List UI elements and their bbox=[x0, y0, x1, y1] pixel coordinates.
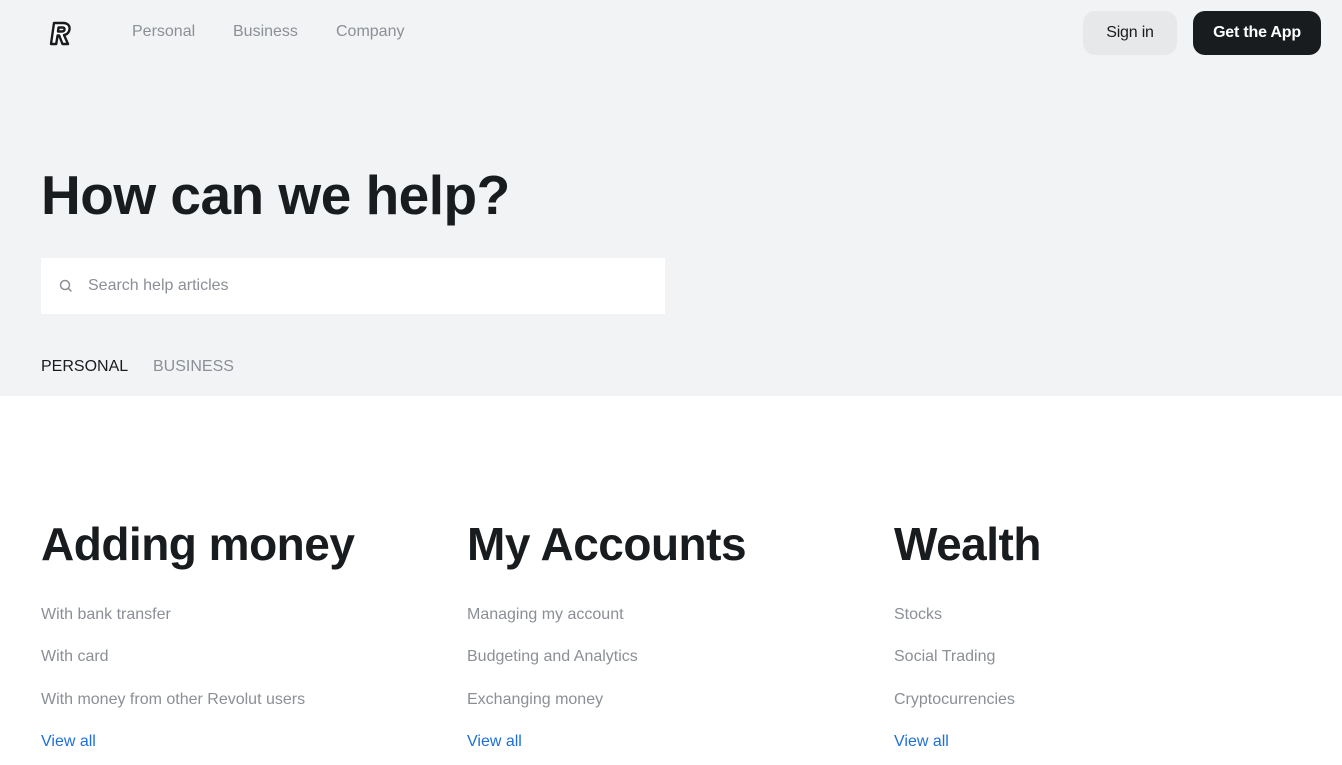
category-link[interactable]: With bank transfer bbox=[41, 605, 171, 625]
category-title: My Accounts bbox=[467, 518, 747, 570]
hero-section: Personal Business Company Sign in Get th… bbox=[0, 0, 1342, 396]
view-all-link[interactable]: View all bbox=[894, 732, 949, 752]
category-my-accounts: My Accounts Managing my account Budgetin… bbox=[467, 515, 867, 750]
category-title: Adding money bbox=[41, 518, 355, 570]
search-box[interactable] bbox=[41, 258, 665, 314]
tab-personal[interactable]: PERSONAL bbox=[41, 357, 128, 377]
category-adding-money: Adding money With bank transfer With car… bbox=[41, 515, 441, 750]
category-link[interactable]: Cryptocurrencies bbox=[894, 690, 1015, 710]
sign-in-button[interactable]: Sign in bbox=[1083, 11, 1177, 55]
search-icon bbox=[58, 278, 74, 294]
category-link[interactable]: Managing my account bbox=[467, 605, 624, 625]
tab-business[interactable]: BUSINESS bbox=[153, 357, 234, 377]
revolut-logo-icon[interactable] bbox=[49, 20, 73, 48]
nav-business[interactable]: Business bbox=[233, 22, 298, 42]
category-link[interactable]: Budgeting and Analytics bbox=[467, 647, 638, 667]
category-link[interactable]: With card bbox=[41, 647, 109, 667]
view-all-link[interactable]: View all bbox=[467, 732, 522, 752]
category-link[interactable]: Social Trading bbox=[894, 647, 995, 667]
category-title: Wealth bbox=[894, 518, 1041, 570]
category-link[interactable]: Exchanging money bbox=[467, 690, 603, 710]
nav-personal[interactable]: Personal bbox=[132, 22, 195, 42]
page-title: How can we help? bbox=[41, 164, 510, 226]
category-wealth: Wealth Stocks Social Trading Cryptocurre… bbox=[894, 515, 1294, 750]
nav-company[interactable]: Company bbox=[336, 22, 404, 42]
get-the-app-button[interactable]: Get the App bbox=[1193, 11, 1321, 55]
view-all-link[interactable]: View all bbox=[41, 732, 96, 752]
category-link[interactable]: Stocks bbox=[894, 605, 942, 625]
search-input[interactable] bbox=[88, 258, 648, 314]
category-link[interactable]: With money from other Revolut users bbox=[41, 690, 305, 710]
